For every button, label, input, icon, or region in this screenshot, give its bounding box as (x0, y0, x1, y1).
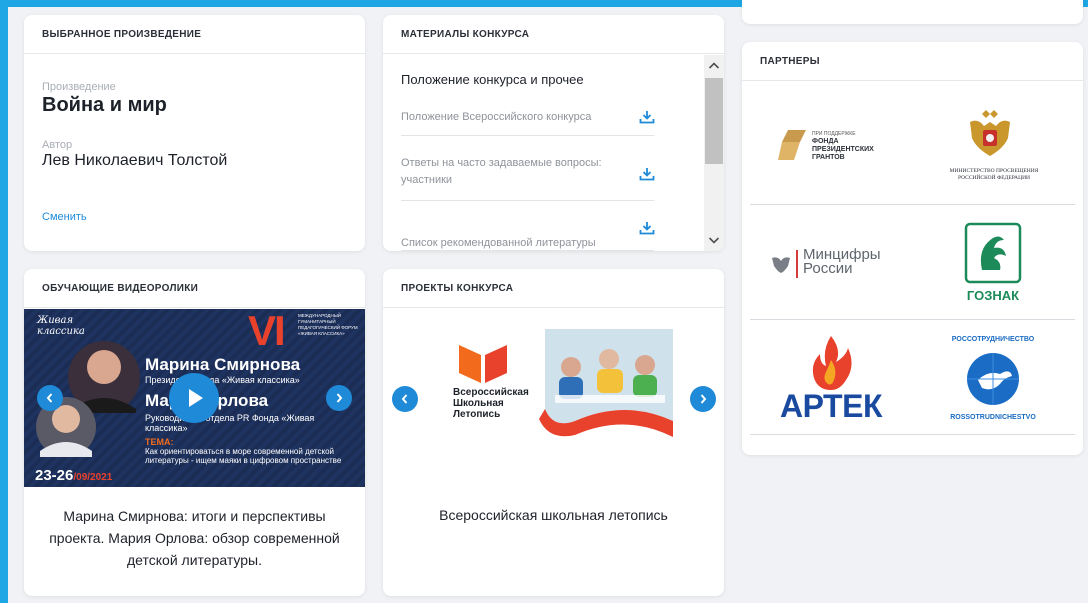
play-icon (189, 389, 203, 407)
forum-text: МЕЖДУНАРОДНЫЙ ГУМАНИТАРНЫЙ ПЕДАГОГИЧЕСКИ… (298, 313, 358, 336)
eagle-emblem-icon (970, 110, 1010, 156)
globe-dove-icon (967, 353, 1019, 405)
video-thumbnail[interactable]: Живая классика VI МЕЖДУНАРОДНЫЙ ГУМАНИТА… (24, 309, 365, 487)
card-title: ОБУЧАЮЩИЕ ВИДЕОРОЛИКИ (24, 269, 365, 308)
children-photo (539, 329, 673, 437)
logo-ministry-education[interactable]: МИНИСТЕРСТВО ПРОСВЕЩЕНИЯ РОССИЙСКОЙ ФЕДЕ… (942, 108, 1046, 188)
download-icon[interactable] (639, 221, 655, 235)
material-item[interactable]: Список рекомендованной литературы (401, 219, 654, 251)
card-title: ПАРТНЕРЫ (742, 42, 1083, 81)
card-title: МАТЕРИАЛЫ КОНКУРСА (383, 15, 724, 54)
material-item[interactable]: Ответы на часто задаваемые вопросы: учас… (401, 153, 654, 201)
materials-scrollbar[interactable] (704, 55, 724, 251)
chevron-left-icon (401, 394, 408, 404)
topic-label: ТЕМА: (145, 437, 174, 447)
chevron-right-icon (336, 393, 343, 403)
author-label: Автор (42, 139, 73, 151)
material-item-label: Список рекомендованной литературы (401, 237, 596, 249)
topic-text: Как ориентироваться в море современной д… (145, 447, 342, 465)
project-caption: Всероссийская школьная летопись (439, 507, 668, 523)
partners-card: ПАРТНЕРЫ ПРИ ПОДДЕРЖКЕ ФОНДА ПРЕЗИДЕНТСК… (742, 42, 1083, 455)
scroll-thumb[interactable] (705, 78, 723, 164)
material-item-label: Ответы на часто задаваемые вопросы: учас… (401, 157, 602, 186)
event-dates: 23-26/09/2021 (35, 467, 113, 484)
video-prev-button[interactable] (37, 385, 63, 411)
scroll-down-icon[interactable] (704, 231, 724, 249)
work-block: Произведение Война и мир (42, 81, 167, 117)
logo-rossotrudnichestvo[interactable]: РОССОТРУДНИЧЕСТВО ROSSOTRUDNICHESTVO (948, 334, 1038, 424)
book-logo-icon (459, 345, 507, 383)
materials-section-heading: Положение конкурса и прочее (401, 72, 584, 87)
play-button[interactable] (169, 373, 219, 423)
partial-card (742, 0, 1083, 24)
material-item-label: Положение Всероссийского конкурса (401, 111, 592, 123)
logo-artek[interactable]: АРТЕК (770, 334, 892, 428)
material-item[interactable]: Положение Всероссийского конкурса (401, 107, 654, 136)
chevron-right-icon (700, 394, 707, 404)
divider (796, 250, 798, 278)
video-next-button[interactable] (326, 385, 352, 411)
logo-mincifry[interactable]: Минцифры России (770, 247, 900, 281)
change-work-link[interactable]: Сменить (42, 211, 87, 223)
flame-icon (812, 336, 852, 390)
videos-card: ОБУЧАЮЩИЕ ВИДЕОРОЛИКИ Живая классика VI … (24, 269, 365, 596)
project-prev-button[interactable] (392, 386, 418, 412)
forum-numeral: VI (248, 309, 286, 354)
goznak-emblem-icon (964, 222, 1022, 284)
download-icon[interactable] (639, 167, 655, 181)
materials-list: Положение конкурса и прочее Положение Вс… (383, 55, 724, 251)
banner-title: Всероссийская Школьная Летопись (453, 387, 529, 420)
scroll-up-icon[interactable] (704, 57, 724, 75)
download-icon[interactable] (639, 110, 655, 124)
author-block: Автор Лев Николаевич Толстой (42, 139, 227, 170)
card-title: ВЫБРАННОЕ ПРОИЗВЕДЕНИЕ (24, 15, 365, 54)
video-caption: Марина Смирнова: итоги и перспективы про… (49, 508, 340, 568)
project-next-button[interactable] (690, 386, 716, 412)
work-label: Произведение (42, 81, 116, 93)
brand-logo: Живая классика (37, 315, 85, 337)
project-banner[interactable]: Всероссийская Школьная Летопись (453, 329, 675, 437)
logo-presidential-grants[interactable]: ПРИ ПОДДЕРЖКЕ ФОНДА ПРЕЗИДЕНТСКИХ ГРАНТО… (778, 126, 908, 172)
materials-card: МАТЕРИАЛЫ КОНКУРСА Положение конкурса и … (383, 15, 724, 251)
projects-card: ПРОЕКТЫ КОНКУРСА Всероссийская Школьная … (383, 269, 724, 596)
chevron-left-icon (46, 393, 53, 403)
card-title: ПРОЕКТЫ КОНКУРСА (383, 269, 724, 308)
logo-goznak[interactable]: ГОЗНАК (960, 222, 1026, 306)
left-frame-bar (0, 0, 8, 603)
fpg-emblem-icon (778, 130, 806, 160)
work-title: Война и мир (42, 94, 167, 116)
eagle-icon (772, 257, 790, 273)
speaker1-name: Марина Смирнова (145, 355, 301, 374)
selected-work-card: ВЫБРАННОЕ ПРОИЗВЕДЕНИЕ Произведение Войн… (24, 15, 365, 251)
author-name: Лев Николаевич Толстой (42, 152, 228, 169)
